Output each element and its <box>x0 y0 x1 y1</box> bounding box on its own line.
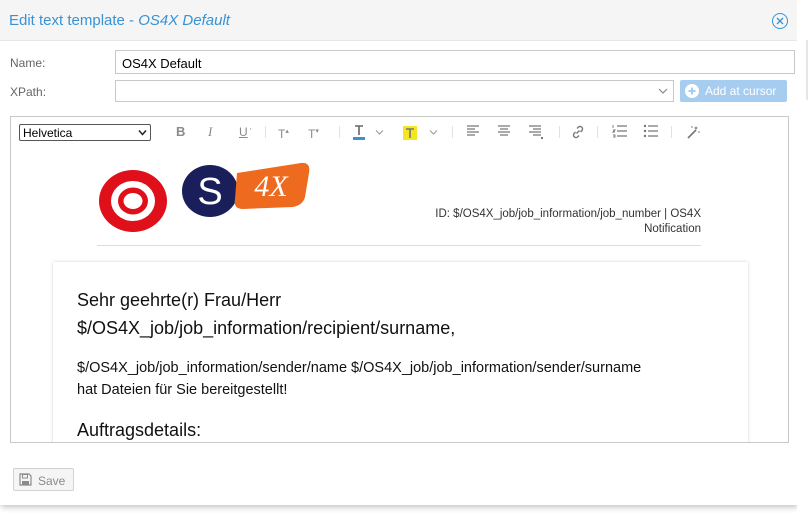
logo-letter-s: S <box>197 171 222 213</box>
toolbar-separator <box>339 126 340 138</box>
body-line-2: hat Dateien für Sie bereitgestellt! <box>77 382 288 398</box>
add-at-cursor-label: Add at cursor <box>705 84 777 98</box>
id-line-1: ID: $/OS4X_job/job_information/job_numbe… <box>435 208 701 220</box>
superscript-icon[interactable]: T▴ <box>278 124 289 142</box>
editor-content[interactable]: S 4X ID: $/OS4X_job/job_information/job_… <box>11 147 788 442</box>
greeting: Sehr geehrte(r) Frau/Herr $/OS4X_job/job… <box>77 286 455 342</box>
plus-circle-icon <box>685 84 699 98</box>
chevron-down-icon[interactable] <box>658 84 668 98</box>
link-icon[interactable] <box>570 124 586 144</box>
template-id-line: ID: $/OS4X_job/job_information/job_numbe… <box>391 207 701 237</box>
unordered-list-icon[interactable] <box>643 124 659 142</box>
name-label: Name: <box>10 56 46 70</box>
clear-format-icon[interactable] <box>685 124 701 144</box>
xpath-select[interactable] <box>115 80 674 102</box>
message-body: $/OS4X_job/job_information/sender/name $… <box>77 357 641 401</box>
underline-icon[interactable]: U <box>239 124 248 140</box>
dialog-title: Edit text template - OS4X Default <box>9 12 230 29</box>
ordered-list-icon[interactable] <box>611 124 628 142</box>
id-line-2: Notification <box>644 223 701 235</box>
text-color-icon[interactable] <box>352 124 366 144</box>
align-left-icon[interactable] <box>466 124 480 142</box>
greeting-line-1: Sehr geehrte(r) Frau/Herr <box>77 290 282 310</box>
save-button[interactable]: Save <box>13 468 74 491</box>
toolbar-separator <box>265 126 266 138</box>
highlight-color-icon[interactable] <box>403 124 419 144</box>
save-label: Save <box>38 474 66 488</box>
toolbar-separator <box>452 126 453 138</box>
editor-toolbar: Helvetica B I U ' T▴ T▾ <box>11 117 788 147</box>
add-at-cursor-button[interactable]: Add at cursor <box>680 80 787 102</box>
close-icon[interactable] <box>772 13 788 29</box>
font-family-value: Helvetica <box>23 126 73 140</box>
bold-icon[interactable]: B <box>176 124 185 140</box>
italic-icon[interactable]: I <box>208 124 212 140</box>
toolbar-separator <box>559 126 560 138</box>
os4x-logo: S 4X <box>99 162 310 232</box>
toolbar-separator <box>671 126 672 138</box>
dialog-titlebar: Edit text template - OS4X Default <box>0 0 797 41</box>
align-center-icon[interactable] <box>497 124 511 142</box>
section-heading: Auftragsdetails: <box>77 420 202 440</box>
page-edge <box>797 0 811 513</box>
dialog-title-name: OS4X Default <box>138 12 230 29</box>
rich-text-editor: Helvetica B I U ' T▴ T▾ S 4X ID: $/OS4X_… <box>10 116 789 443</box>
name-field[interactable]: OS4X Default <box>115 50 795 74</box>
greeting-line-2: $/OS4X_job/job_information/recipient/sur… <box>77 318 456 338</box>
xpath-label: XPath: <box>10 85 47 99</box>
dialog-title-prefix: Edit text template - <box>9 12 139 29</box>
chevron-down-icon <box>138 130 147 136</box>
header-divider <box>97 245 701 246</box>
save-icon <box>19 473 32 486</box>
logo-text-4x: 4X <box>254 170 289 203</box>
toolbar-separator <box>597 126 598 138</box>
edit-template-dialog: Edit text template - OS4X Default Name: … <box>0 0 797 505</box>
font-family-select[interactable]: Helvetica <box>19 124 151 141</box>
chevron-down-icon[interactable] <box>429 129 438 136</box>
message-card: Sehr geehrte(r) Frau/Herr $/OS4X_job/job… <box>53 262 748 442</box>
subscript-icon[interactable]: T▾ <box>308 124 319 142</box>
name-field-value: OS4X Default <box>122 56 202 71</box>
body-line-1: $/OS4X_job/job_information/sender/name $… <box>77 360 642 376</box>
chevron-down-icon[interactable] <box>375 129 384 136</box>
align-right-icon[interactable] <box>528 124 544 144</box>
page-scrollbar[interactable] <box>806 40 808 100</box>
underline-dropdown-icon[interactable]: ' <box>250 124 252 140</box>
